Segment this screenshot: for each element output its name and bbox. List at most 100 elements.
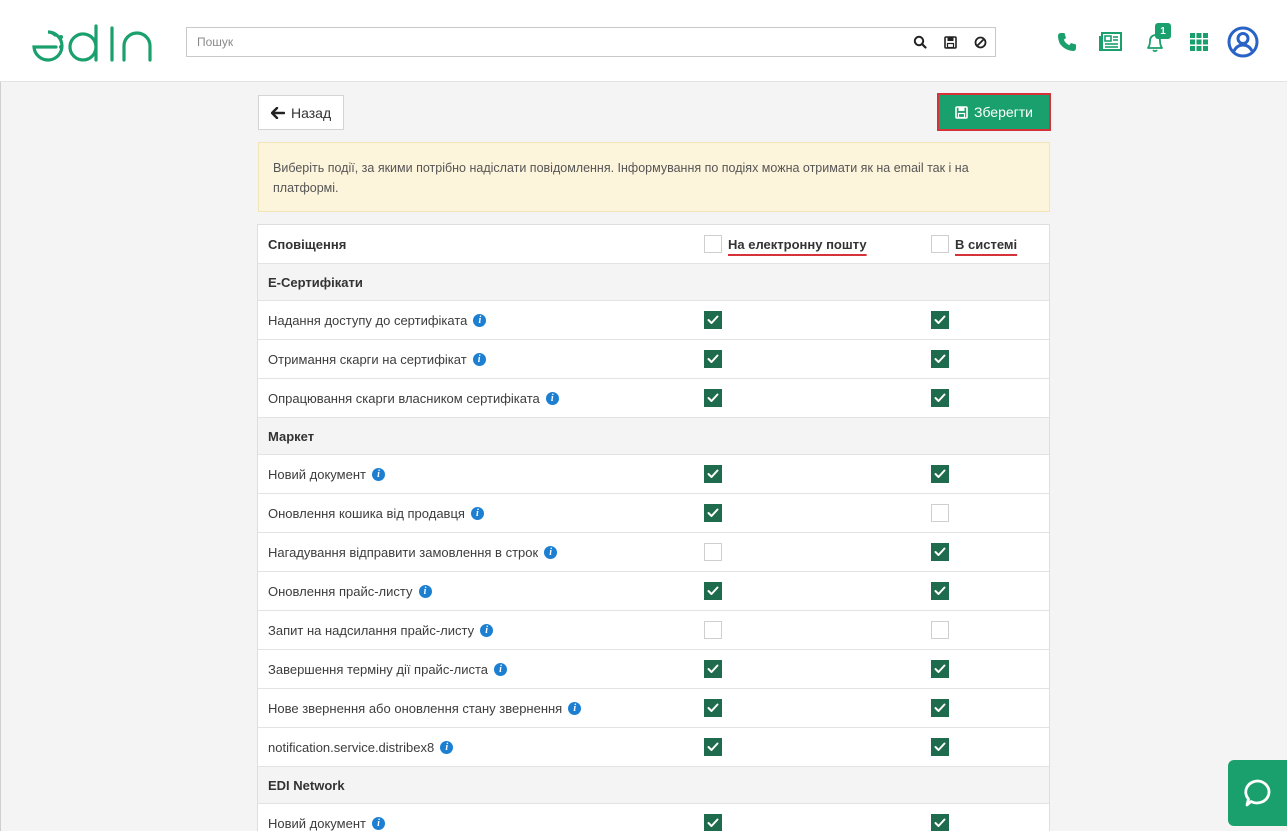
notification-label: notification.service.distribex8 [268, 739, 435, 755]
search-icon [913, 35, 927, 49]
notification-name: Опрацювання скарги власником сертифіката… [268, 379, 559, 417]
table-row: Оновлення прайс-листу i [258, 572, 1049, 611]
table-row: Отримання скарги на сертифікат i [258, 340, 1049, 379]
notification-count-badge: 1 [1155, 23, 1171, 39]
column-header-system-label: В системі [955, 236, 1018, 252]
notification-name: Новий документ i [268, 455, 385, 493]
table-group-row: Маркет [258, 418, 1049, 455]
notification-name: Запит на надсилання прайс-листу i [268, 611, 494, 649]
select-all-system-checkbox[interactable] [931, 235, 949, 253]
table-header: Сповіщення На електронну пошту В системі [258, 225, 1049, 264]
info-icon[interactable]: i [470, 506, 484, 520]
system-checkbox[interactable] [931, 699, 949, 717]
notifications-table: Сповіщення На електронну пошту В системі… [257, 224, 1050, 831]
apps-grid-icon [1190, 33, 1208, 51]
info-icon[interactable]: i [472, 352, 486, 366]
save-icon [943, 35, 957, 49]
top-bar: 1 [0, 0, 1287, 82]
table-row: Надання доступу до сертифіката i [258, 301, 1049, 340]
top-icons: 1 [1045, 22, 1265, 62]
system-checkbox[interactable] [931, 389, 949, 407]
info-icon[interactable]: i [544, 545, 558, 559]
group-title: Е-Сертифікати [268, 274, 363, 290]
info-icon[interactable]: i [494, 662, 508, 676]
email-checkbox[interactable] [704, 311, 722, 329]
table-row: Завершення терміну дії прайс-листа i [258, 650, 1049, 689]
notification-label: Нове звернення або оновлення стану зверн… [268, 700, 563, 716]
profile-icon [1227, 26, 1259, 58]
table-row: notification.service.distribex8 i [258, 728, 1049, 767]
email-checkbox[interactable] [704, 660, 722, 678]
system-checkbox[interactable] [931, 543, 949, 561]
info-icon[interactable]: i [440, 740, 454, 754]
email-checkbox[interactable] [704, 504, 722, 522]
table-row: Нагадування відправити замовлення в стро… [258, 533, 1049, 572]
system-checkbox[interactable] [931, 738, 949, 756]
system-checkbox[interactable] [931, 504, 949, 522]
notification-name: Новий документ i [268, 804, 385, 831]
column-header-notification: Сповіщення [268, 236, 347, 252]
system-checkbox[interactable] [931, 814, 949, 831]
table-row: Оновлення кошика від продавця i [258, 494, 1049, 533]
column-header-email-label: На електронну пошту [728, 236, 867, 252]
notification-label: Отримання скарги на сертифікат [268, 351, 467, 367]
notification-name: Нагадування відправити замовлення в стро… [268, 533, 558, 571]
notification-label: Завершення терміну дії прайс-листа [268, 661, 489, 677]
edin-logo[interactable] [28, 20, 158, 64]
info-icon[interactable]: i [480, 623, 494, 637]
notification-label: Нагадування відправити замовлення в стро… [268, 544, 539, 560]
email-checkbox[interactable] [704, 738, 722, 756]
info-icon[interactable]: i [545, 391, 559, 405]
column-header-system: В системі [931, 225, 1017, 263]
email-checkbox[interactable] [704, 814, 722, 831]
left-border [0, 82, 1, 831]
system-checkbox[interactable] [931, 660, 949, 678]
notifications-button[interactable]: 1 [1133, 22, 1177, 62]
info-icon[interactable]: i [473, 313, 487, 327]
clear-search-button[interactable] [965, 28, 995, 56]
email-checkbox[interactable] [704, 389, 722, 407]
system-checkbox[interactable] [931, 582, 949, 600]
notification-label: Новий документ [268, 466, 366, 482]
news-button[interactable] [1089, 22, 1133, 62]
search-bar [186, 27, 996, 57]
chat-button[interactable] [1228, 760, 1287, 826]
notification-label: Опрацювання скарги власником сертифіката [268, 390, 540, 406]
email-checkbox[interactable] [704, 621, 722, 639]
table-row: Новий документ i [258, 455, 1049, 494]
table-group-row: EDI Network [258, 767, 1049, 804]
notification-label: Оновлення прайс-листу [268, 583, 413, 599]
info-icon[interactable]: i [418, 584, 432, 598]
info-icon[interactable]: i [371, 467, 385, 481]
notification-label: Новий документ [268, 815, 366, 831]
email-checkbox[interactable] [704, 350, 722, 368]
notification-name: notification.service.distribex8 i [268, 728, 454, 766]
notification-name: Нове звернення або оновлення стану зверн… [268, 689, 582, 727]
email-checkbox[interactable] [704, 582, 722, 600]
phone-icon [1058, 33, 1076, 51]
info-icon[interactable]: i [371, 816, 385, 830]
search-button[interactable] [905, 28, 935, 56]
search-input[interactable] [187, 28, 905, 56]
save-search-button[interactable] [935, 28, 965, 56]
apps-button[interactable] [1177, 22, 1221, 62]
news-icon [1099, 32, 1122, 51]
system-checkbox[interactable] [931, 465, 949, 483]
info-icon[interactable]: i [568, 701, 582, 715]
back-button[interactable]: Назад [258, 95, 345, 130]
save-icon [955, 105, 968, 119]
table-group-row: Е-Сертифікати [258, 264, 1049, 301]
phone-button[interactable] [1045, 22, 1089, 62]
email-checkbox[interactable] [704, 543, 722, 561]
save-button[interactable]: Зберегти [937, 93, 1051, 131]
system-checkbox[interactable] [931, 311, 949, 329]
email-checkbox[interactable] [704, 465, 722, 483]
system-checkbox[interactable] [931, 350, 949, 368]
select-all-email-checkbox[interactable] [704, 235, 722, 253]
notification-name: Надання доступу до сертифіката i [268, 301, 487, 339]
system-checkbox[interactable] [931, 621, 949, 639]
email-checkbox[interactable] [704, 699, 722, 717]
block-icon [974, 36, 986, 48]
notification-label: Запит на надсилання прайс-листу [268, 622, 475, 638]
profile-button[interactable] [1221, 22, 1265, 62]
